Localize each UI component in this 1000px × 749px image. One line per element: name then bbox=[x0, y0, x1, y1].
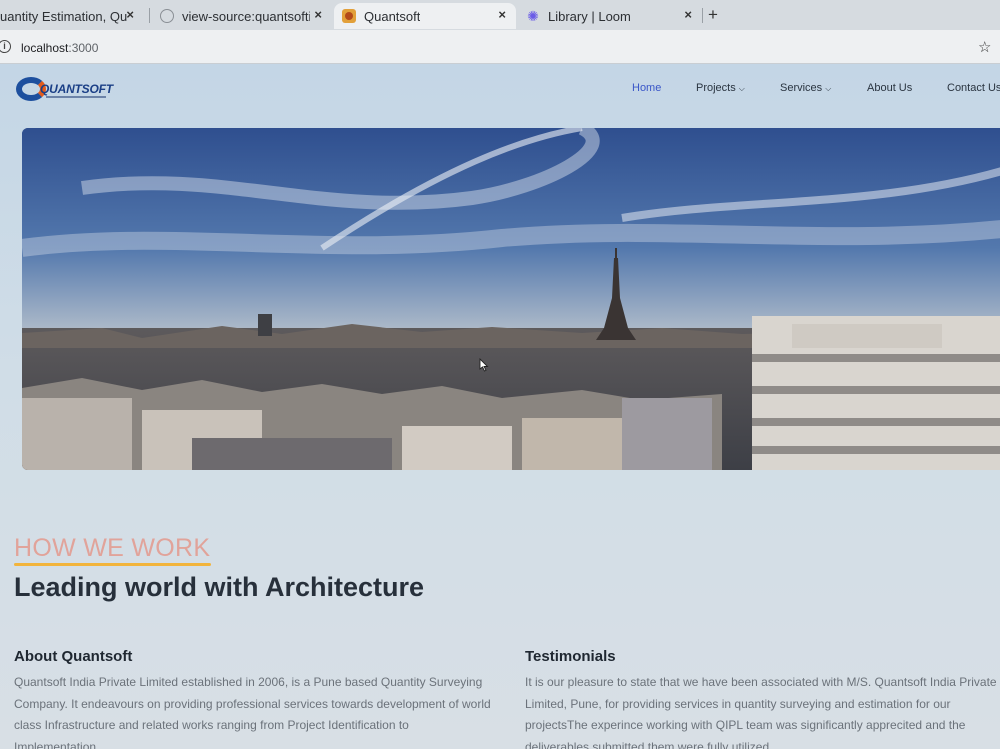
close-icon[interactable]: × bbox=[684, 7, 692, 22]
about-text: Quantsoft India Private Limited establis… bbox=[14, 675, 491, 749]
globe-icon bbox=[160, 9, 174, 23]
logo-text: QUANTSOFT bbox=[40, 82, 113, 96]
chevron-down-icon: ⌵ bbox=[825, 84, 832, 93]
tab-title: uantity Estimation, Qu bbox=[0, 8, 128, 24]
section-eyebrow: HOW WE WORK bbox=[14, 534, 211, 562]
url-port: :3000 bbox=[68, 41, 99, 55]
logo-tagline bbox=[46, 96, 106, 98]
tab-title: view-source:quantsoftin bbox=[182, 8, 310, 24]
nav-contact-us[interactable]: Contact Us bbox=[947, 82, 1000, 94]
paris-skyline-illustration bbox=[22, 128, 1000, 470]
site-logo[interactable]: QUANTSOFT bbox=[16, 76, 128, 104]
about-title: About Quantsoft bbox=[14, 648, 133, 665]
url-field[interactable]: localhost:3000 bbox=[21, 41, 98, 55]
tab-separator bbox=[702, 8, 703, 23]
nav-home[interactable]: Home bbox=[632, 82, 661, 94]
testimonials-title: Testimonials bbox=[525, 648, 616, 665]
tab-title: Quantsoft bbox=[364, 8, 421, 24]
tab-view-source[interactable]: view-source:quantsoftin × bbox=[152, 3, 332, 29]
tab-quantsoft[interactable]: Quantsoft × bbox=[334, 3, 516, 29]
address-bar: i localhost:3000 ☆ bbox=[0, 30, 1000, 64]
browser-tab-strip: uantity Estimation, Qu × view-source:qua… bbox=[0, 0, 1000, 30]
nav-projects[interactable]: Projects ⌵ bbox=[696, 82, 745, 94]
chevron-down-icon: ⌵ bbox=[738, 84, 745, 93]
nav-services-label: Services bbox=[780, 82, 823, 94]
testimonials-text: It is our pleasure to state that we have… bbox=[525, 675, 997, 749]
close-icon[interactable]: × bbox=[498, 7, 506, 22]
bookmark-star-icon[interactable]: ☆ bbox=[978, 38, 991, 56]
nav-about-us[interactable]: About Us bbox=[867, 82, 912, 94]
eyebrow-underline bbox=[14, 563, 211, 566]
page-content: QUANTSOFT Home Projects ⌵ Services ⌵ About… bbox=[0, 64, 1000, 749]
info-icon[interactable]: i bbox=[0, 40, 11, 53]
new-tab-button[interactable]: + bbox=[708, 5, 718, 25]
close-icon[interactable]: × bbox=[126, 7, 134, 22]
tab-separator bbox=[149, 8, 150, 23]
tab-loom-library[interactable]: ✺ Library | Loom × bbox=[518, 3, 702, 29]
nav-projects-label: Projects bbox=[696, 82, 736, 94]
tab-quantity-estimation[interactable]: uantity Estimation, Qu × bbox=[0, 3, 144, 29]
loom-favicon-icon: ✺ bbox=[527, 8, 539, 24]
section-heading: Leading world with Architecture bbox=[14, 572, 425, 602]
tab-title: Library | Loom bbox=[548, 8, 631, 24]
close-icon[interactable]: × bbox=[314, 7, 322, 22]
mouse-cursor-icon bbox=[479, 358, 489, 372]
nav-services[interactable]: Services ⌵ bbox=[780, 82, 831, 94]
url-host: localhost bbox=[21, 41, 69, 55]
hero-image bbox=[22, 128, 1000, 470]
quantsoft-favicon-icon bbox=[342, 9, 356, 23]
